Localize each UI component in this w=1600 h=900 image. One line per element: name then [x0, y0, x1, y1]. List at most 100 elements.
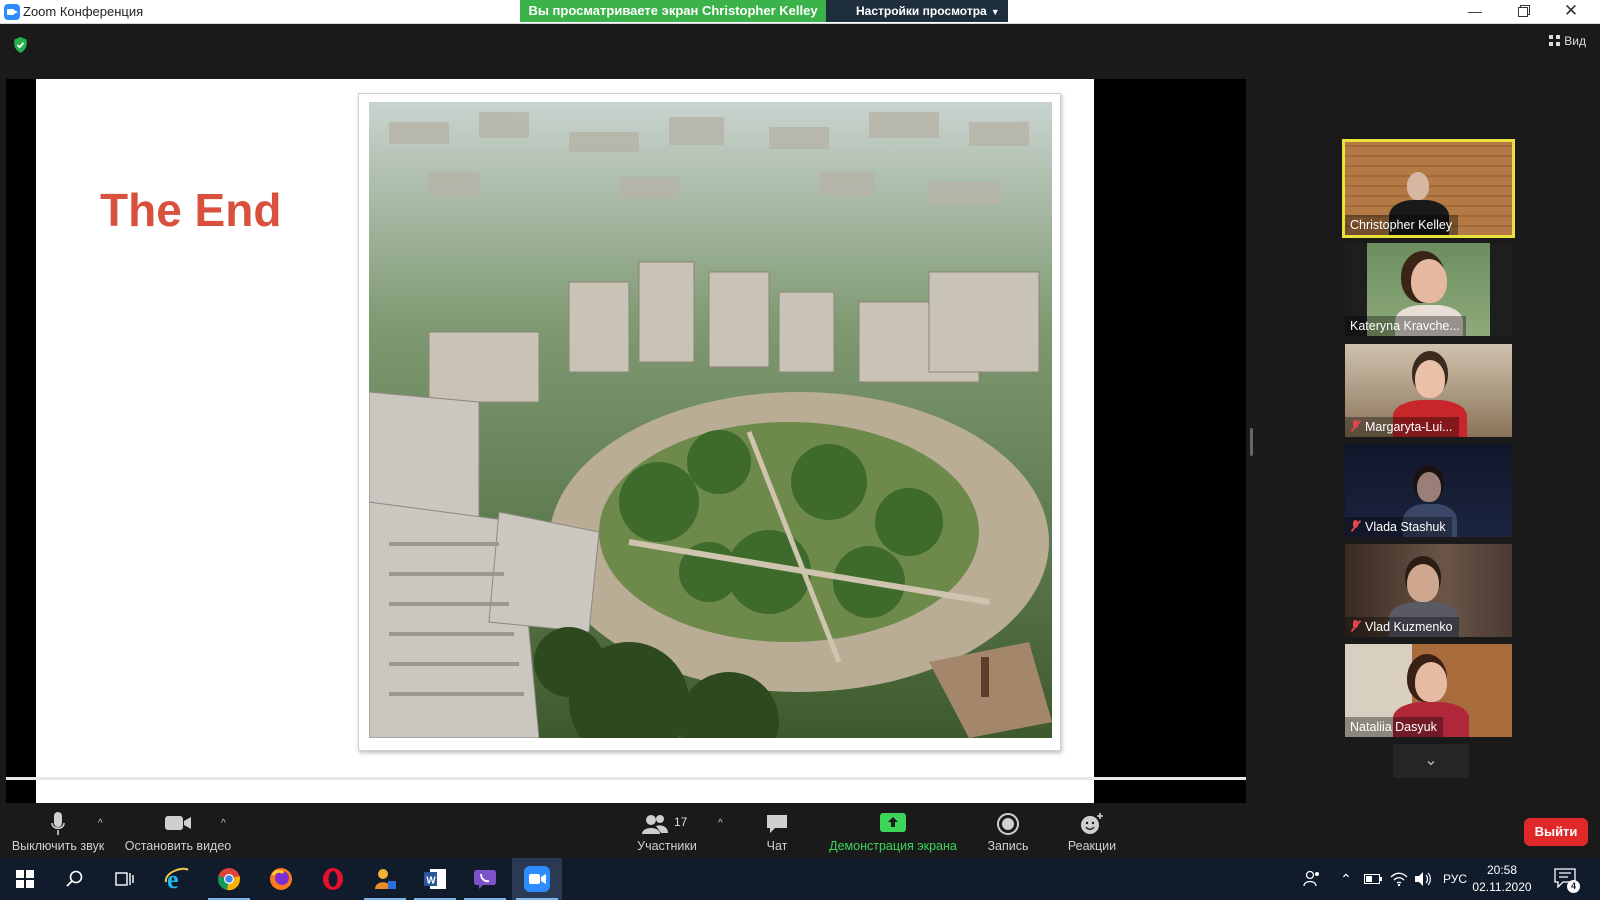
panel-resize-handle[interactable] [1250, 428, 1253, 456]
share-screen-button[interactable]: Демонстрация экрана [824, 806, 962, 858]
participant-name: Christopher Kelley [1345, 215, 1459, 235]
view-layout-button[interactable]: Вид [1549, 34, 1586, 48]
window-title: Zoom Конференция [23, 4, 144, 19]
zoom-icon [524, 866, 550, 892]
minimize-button[interactable]: — [1452, 0, 1498, 24]
participant-face [1407, 564, 1439, 602]
view-options-button[interactable]: Настройки просмотра ▼ [826, 0, 1008, 22]
restore-icon [1518, 7, 1528, 17]
microphone-icon [51, 812, 65, 838]
start-icon [16, 870, 34, 888]
participant-tile[interactable]: Nataliia Dasyuk [1345, 644, 1512, 737]
participant-face [1411, 259, 1447, 303]
presentation-slide: The End [36, 79, 1094, 803]
gallery-scroll-down-button[interactable]: ⌄ [1393, 744, 1469, 778]
battery-button[interactable] [1362, 858, 1384, 900]
video-camera-icon [164, 812, 192, 838]
windows-taskbar: e W ⌃ РУС 20:58 02.11.2020 4 [0, 858, 1600, 900]
title-bar: Zoom Конференция Вы просматриваете экран… [0, 0, 1600, 24]
volume-button[interactable] [1412, 858, 1434, 900]
svg-text:W: W [426, 876, 436, 887]
participant-name: Vlad Kuzmenko [1345, 617, 1459, 637]
stop-video-button[interactable]: Остановить видео [122, 806, 234, 858]
participant-face [1417, 472, 1441, 502]
taskbar-clock[interactable]: 20:58 02.11.2020 [1470, 862, 1534, 896]
task-view-icon [115, 872, 134, 886]
chevron-down-icon: ⌄ [1424, 752, 1438, 769]
mute-label: Выключить звук [11, 839, 105, 853]
muted-mic-icon [1350, 620, 1361, 632]
user-app-icon [375, 869, 396, 889]
participants-icon: 17 [640, 812, 694, 838]
word-button[interactable]: W [410, 858, 460, 900]
audio-options-caret[interactable]: ^ [98, 818, 103, 829]
aerial-city-photo [369, 102, 1052, 738]
participant-face [1415, 662, 1447, 702]
mute-button[interactable]: Выключить звук [8, 806, 108, 858]
notification-count-badge: 4 [1567, 880, 1580, 893]
participant-tile[interactable]: Margaryta-Lui... [1345, 344, 1512, 437]
chat-icon [765, 812, 789, 838]
muted-mic-icon [1350, 420, 1361, 432]
participant-face [1407, 172, 1429, 200]
chevron-down-icon: ▼ [990, 7, 1000, 17]
language-indicator: РУС [1442, 872, 1468, 886]
viber-button[interactable] [460, 858, 510, 900]
start-button[interactable] [0, 858, 50, 900]
participants-button[interactable]: 17 Участники [625, 806, 709, 858]
share-screen-label: Демонстрация экрана [829, 839, 957, 853]
slide-photo-frame [358, 93, 1061, 751]
record-label: Запись [987, 839, 1029, 853]
grid-icon [1549, 35, 1561, 46]
reactions-button[interactable]: Реакции [1060, 806, 1124, 858]
participant-tile[interactable]: Vlad Kuzmenko [1345, 544, 1512, 637]
tray-expand-button[interactable]: ⌃ [1336, 858, 1356, 900]
record-button[interactable]: Запись [980, 806, 1036, 858]
chrome-button[interactable] [204, 858, 254, 900]
close-button[interactable]: ✕ [1548, 0, 1594, 24]
people-icon [1303, 870, 1319, 887]
participants-options-caret[interactable]: ^ [718, 818, 723, 829]
view-label: Вид [1564, 34, 1586, 48]
share-screen-icon [880, 812, 906, 838]
word-icon: W [424, 869, 446, 889]
shared-screen-bottom-border [6, 777, 1246, 780]
encryption-shield-icon[interactable] [13, 37, 28, 53]
leave-meeting-button[interactable]: Выйти [1524, 818, 1588, 846]
participant-tile[interactable]: Vlada Stashuk [1345, 444, 1512, 537]
record-icon [996, 812, 1020, 838]
chat-label: Чат [766, 839, 788, 853]
task-view-button[interactable] [100, 858, 150, 900]
zoom-taskbar-button[interactable] [512, 858, 562, 900]
viber-icon [474, 870, 496, 889]
emoji-reaction-icon [1079, 812, 1105, 838]
participant-name: Vlada Stashuk [1345, 517, 1452, 537]
internet-explorer-icon: e [164, 866, 189, 892]
user-app-button[interactable] [360, 858, 410, 900]
zoom-app-icon [4, 4, 20, 20]
restore-button[interactable] [1500, 0, 1546, 24]
speaker-icon [1415, 872, 1431, 886]
clock-time: 20:58 [1486, 863, 1518, 877]
shared-screen: The End [6, 79, 1246, 803]
participant-name: Margaryta-Lui... [1345, 417, 1459, 437]
battery-icon [1364, 874, 1382, 884]
internet-explorer-button[interactable]: e [152, 858, 202, 900]
view-options-label: Настройки просмотра [856, 4, 987, 18]
participant-tile[interactable]: Christopher Kelley [1342, 139, 1515, 238]
participant-tile[interactable]: Kateryna Kravche... [1345, 243, 1512, 336]
search-button[interactable] [50, 858, 100, 900]
video-options-caret[interactable]: ^ [221, 818, 226, 829]
slide-title: The End [100, 184, 282, 236]
network-button[interactable] [1388, 858, 1410, 900]
firefox-button[interactable] [256, 858, 306, 900]
participant-face [1415, 360, 1445, 398]
stop-video-label: Остановить видео [124, 839, 232, 853]
input-language-button[interactable]: РУС [1440, 858, 1470, 900]
opera-button[interactable] [308, 858, 358, 900]
chat-button[interactable]: Чат [752, 806, 802, 858]
meeting-control-bar: Выключить звук ^ Остановить видео ^ 17 У… [0, 806, 1600, 858]
participants-count: 17 [674, 815, 688, 829]
screen-share-banner: Вы просматриваете экран Christopher Kell… [520, 0, 826, 22]
people-button[interactable] [1300, 858, 1324, 900]
